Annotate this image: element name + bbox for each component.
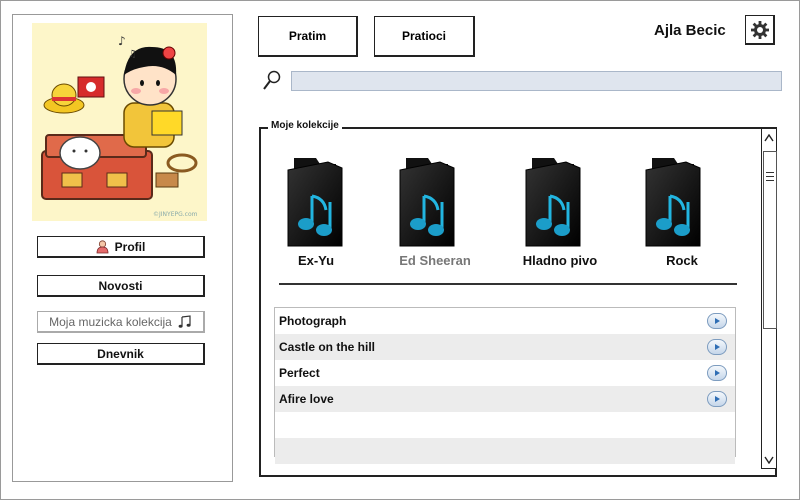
settings-button[interactable] xyxy=(745,15,775,45)
svg-text:♫: ♫ xyxy=(128,49,137,60)
folder-hladno-pivo[interactable] xyxy=(522,152,598,248)
svg-text:♪: ♪ xyxy=(118,34,126,48)
play-icon xyxy=(715,370,720,376)
play-button[interactable] xyxy=(707,339,727,355)
gear-icon xyxy=(750,20,769,39)
play-icon xyxy=(715,344,720,350)
scroll-down-button[interactable] xyxy=(762,452,776,467)
scrollbar-thumb[interactable] xyxy=(763,151,777,329)
profil-button[interactable]: Profil xyxy=(37,236,205,258)
chevron-up-icon xyxy=(764,133,774,141)
novosti-button-label: Novosti xyxy=(98,278,143,293)
avatar-caption: ©JINYEPG.com xyxy=(153,211,198,218)
folder-label-rock: Rock xyxy=(666,253,698,268)
play-button[interactable] xyxy=(707,313,727,329)
list-item[interactable]: Afire love xyxy=(275,386,735,412)
list-item[interactable]: Castle on the hill xyxy=(275,334,735,360)
person-icon xyxy=(96,239,109,253)
song-title: Castle on the hill xyxy=(279,340,376,354)
moja-muzicka-kolekcija-label: Moja muzicka kolekcija xyxy=(49,314,172,329)
list-item[interactable]: Photograph xyxy=(275,308,735,334)
divider xyxy=(279,283,737,285)
folder-ex-yu[interactable] xyxy=(284,152,360,248)
dnevnik-button[interactable]: Dnevnik xyxy=(37,343,205,365)
play-button[interactable] xyxy=(707,391,727,407)
tab-pratim[interactable]: Pratim xyxy=(258,16,358,57)
username: Ajla Becic xyxy=(654,22,726,39)
music-folder-icon xyxy=(287,158,343,247)
scrollbar[interactable] xyxy=(761,128,777,469)
folder-ed-sheeran[interactable] xyxy=(396,152,472,248)
folder-label-ed-sheeran: Ed Sheeran xyxy=(399,253,471,268)
play-button[interactable] xyxy=(707,365,727,381)
song-list: Photograph Castle on the hill Perfect Af… xyxy=(274,307,736,464)
play-icon xyxy=(715,318,720,324)
play-icon xyxy=(715,396,720,402)
profil-button-label: Profil xyxy=(114,239,146,254)
tab-pratioci-label: Pratioci xyxy=(401,29,446,43)
folder-label-hladno-pivo: Hladno pivo xyxy=(522,253,598,268)
scroll-up-button[interactable] xyxy=(762,130,776,145)
music-note-icon xyxy=(178,314,191,328)
moja-muzicka-kolekcija-button[interactable]: Moja muzicka kolekcija xyxy=(37,311,205,333)
tab-pratioci[interactable]: Pratioci xyxy=(374,16,475,57)
list-item-empty xyxy=(275,438,735,464)
search-icon[interactable] xyxy=(262,70,282,92)
music-folder-icon xyxy=(645,158,701,247)
folder-label-ex-yu: Ex-Yu xyxy=(297,253,335,268)
chevron-down-icon xyxy=(764,456,774,464)
list-item-empty xyxy=(275,412,735,438)
song-title: Afire love xyxy=(279,392,334,406)
collections-title: Moje kolekcije xyxy=(268,120,342,131)
avatar-illustration: ♪ ♫ ©JINYEPG.com xyxy=(32,23,207,221)
folder-rock[interactable] xyxy=(642,152,718,248)
dnevnik-button-label: Dnevnik xyxy=(97,346,144,361)
music-folder-icon xyxy=(399,158,455,247)
tab-pratim-label: Pratim xyxy=(288,29,327,43)
avatar: ♪ ♫ ©JINYEPG.com xyxy=(32,23,207,221)
song-title: Perfect xyxy=(279,366,320,380)
song-title: Photograph xyxy=(279,314,347,328)
novosti-button[interactable]: Novosti xyxy=(37,275,205,297)
list-item[interactable]: Perfect xyxy=(275,360,735,386)
music-folder-icon xyxy=(525,158,581,247)
search-input[interactable] xyxy=(291,71,782,91)
